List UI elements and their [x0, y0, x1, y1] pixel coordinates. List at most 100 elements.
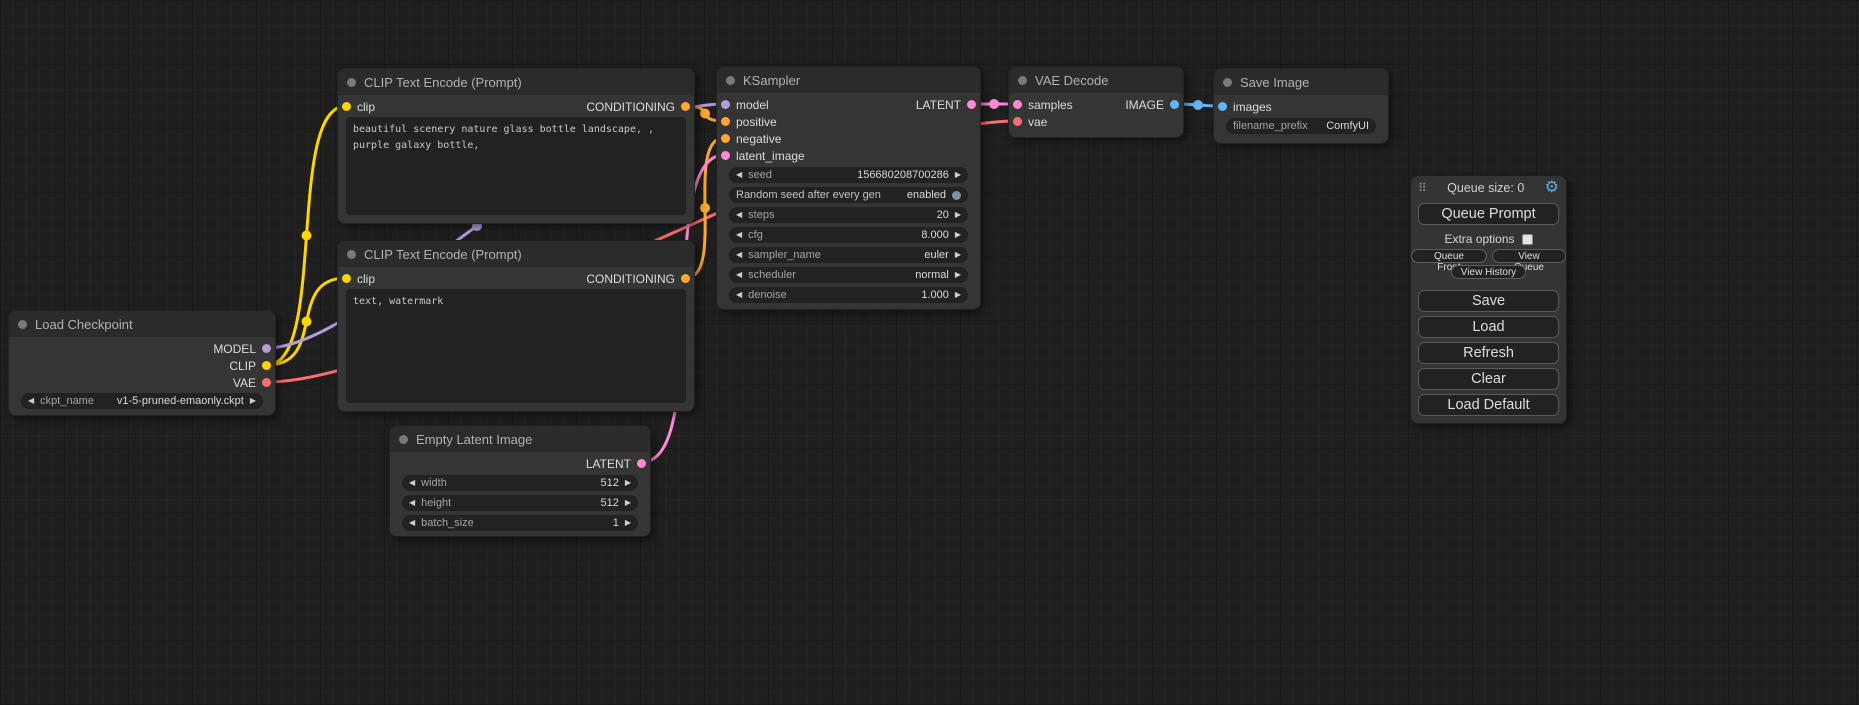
- decrement-arrow-icon[interactable]: ◀: [409, 519, 415, 527]
- node-title-bar[interactable]: VAE Decode: [1009, 67, 1183, 93]
- output-slot-vae: VAE: [233, 374, 275, 391]
- widget-cfg[interactable]: ◀ cfg 8.000 ▶: [729, 227, 968, 243]
- input-port-negative[interactable]: [721, 134, 730, 143]
- node-empty-latent-image[interactable]: Empty Latent Image LATENT ◀ width 512 ▶ …: [389, 425, 651, 537]
- node-title-bar[interactable]: Load Checkpoint: [9, 311, 275, 337]
- input-label: clip: [357, 272, 375, 286]
- negative-prompt-textarea[interactable]: text, watermark: [346, 289, 686, 403]
- decrement-arrow-icon[interactable]: ◀: [736, 211, 742, 219]
- decrement-arrow-icon[interactable]: ◀: [736, 271, 742, 279]
- collapse-dot-icon[interactable]: [1018, 76, 1027, 85]
- node-title: CLIP Text Encode (Prompt): [364, 75, 522, 90]
- widget-label: batch_size: [421, 517, 474, 529]
- increment-arrow-icon[interactable]: ▶: [625, 479, 631, 487]
- decrement-arrow-icon[interactable]: ◀: [409, 479, 415, 487]
- output-label: LATENT: [586, 457, 631, 471]
- widget-label: height: [421, 497, 451, 509]
- input-port-clip[interactable]: [342, 102, 351, 111]
- increment-arrow-icon[interactable]: ▶: [955, 171, 961, 179]
- widget-random-seed-toggle[interactable]: Random seed after every gen enabled: [729, 187, 968, 203]
- load-default-button[interactable]: Load Default: [1418, 394, 1559, 416]
- output-port-conditioning[interactable]: [681, 274, 690, 283]
- increment-arrow-icon[interactable]: ▶: [625, 499, 631, 507]
- output-port-vae[interactable]: [262, 378, 271, 387]
- increment-arrow-icon[interactable]: ▶: [955, 251, 961, 259]
- save-button[interactable]: Save: [1418, 290, 1559, 312]
- input-slot-negative: negative: [717, 130, 805, 147]
- output-slot-latent: LATENT: [916, 96, 980, 113]
- toggle-dot-icon[interactable]: [952, 191, 961, 200]
- widget-width[interactable]: ◀ width 512 ▶: [402, 475, 638, 491]
- decrement-arrow-icon[interactable]: ◀: [409, 499, 415, 507]
- increment-arrow-icon[interactable]: ▶: [955, 231, 961, 239]
- node-title-bar[interactable]: Empty Latent Image: [390, 426, 650, 452]
- input-port-model[interactable]: [721, 100, 730, 109]
- increment-arrow-icon[interactable]: ▶: [955, 271, 961, 279]
- view-queue-button[interactable]: View Queue: [1492, 249, 1566, 263]
- node-ksampler[interactable]: KSampler model positive negative latent_…: [716, 66, 981, 310]
- collapse-dot-icon[interactable]: [1223, 78, 1232, 87]
- widget-scheduler[interactable]: ◀ scheduler normal ▶: [729, 267, 968, 283]
- output-port-image[interactable]: [1170, 100, 1179, 109]
- output-port-conditioning[interactable]: [681, 102, 690, 111]
- settings-gear-icon[interactable]: ⚙: [1545, 180, 1559, 196]
- increment-arrow-icon[interactable]: ▶: [955, 291, 961, 299]
- positive-prompt-textarea[interactable]: beautiful scenery nature glass bottle la…: [346, 117, 686, 215]
- output-port-latent[interactable]: [967, 100, 976, 109]
- clear-button[interactable]: Clear: [1418, 368, 1559, 390]
- collapse-dot-icon[interactable]: [726, 76, 735, 85]
- node-title-bar[interactable]: CLIP Text Encode (Prompt): [338, 69, 694, 95]
- node-clip-text-encode-negative[interactable]: CLIP Text Encode (Prompt) clip CONDITION…: [337, 240, 695, 412]
- decrement-arrow-icon[interactable]: ◀: [736, 251, 742, 259]
- increment-arrow-icon[interactable]: ▶: [955, 211, 961, 219]
- input-port-samples[interactable]: [1013, 100, 1022, 109]
- node-clip-text-encode-positive[interactable]: CLIP Text Encode (Prompt) clip CONDITION…: [337, 68, 695, 224]
- widget-ckpt-name[interactable]: ◀ ckpt_name v1-5-pruned-emaonly.ckpt ▶: [21, 393, 263, 409]
- link-midpoint-dot: [302, 317, 312, 327]
- widget-steps[interactable]: ◀ steps 20 ▶: [729, 207, 968, 223]
- refresh-button[interactable]: Refresh: [1418, 342, 1559, 364]
- decrement-arrow-icon[interactable]: ◀: [736, 231, 742, 239]
- output-port-clip[interactable]: [262, 361, 271, 370]
- decrement-arrow-icon[interactable]: ◀: [736, 291, 742, 299]
- input-port-latent-image[interactable]: [721, 151, 730, 160]
- extra-options-checkbox[interactable]: [1522, 234, 1533, 245]
- output-port-model[interactable]: [262, 344, 271, 353]
- widget-value: 512: [600, 497, 618, 509]
- widget-denoise[interactable]: ◀ denoise 1.000 ▶: [729, 287, 968, 303]
- decrement-arrow-icon[interactable]: ◀: [736, 171, 742, 179]
- queue-prompt-button[interactable]: Queue Prompt: [1418, 203, 1559, 225]
- input-port-vae[interactable]: [1013, 117, 1022, 126]
- decrement-arrow-icon[interactable]: ◀: [28, 397, 34, 405]
- output-label: MODEL: [213, 342, 256, 356]
- input-port-images[interactable]: [1218, 102, 1227, 111]
- input-label: model: [736, 98, 769, 112]
- node-save-image[interactable]: Save Image images filename_prefix ComfyU…: [1213, 68, 1389, 144]
- input-port-clip[interactable]: [342, 274, 351, 283]
- node-title-bar[interactable]: CLIP Text Encode (Prompt): [338, 241, 694, 267]
- view-history-button[interactable]: View History: [1451, 265, 1526, 279]
- load-button[interactable]: Load: [1418, 316, 1559, 338]
- node-vae-decode[interactable]: VAE Decode samples vae IMAGE: [1008, 66, 1184, 138]
- input-slot-clip: clip: [338, 98, 375, 115]
- widget-label: cfg: [748, 229, 763, 241]
- increment-arrow-icon[interactable]: ▶: [250, 397, 256, 405]
- increment-arrow-icon[interactable]: ▶: [625, 519, 631, 527]
- queue-front-button[interactable]: Queue Front: [1411, 249, 1487, 263]
- drag-handle-icon[interactable]: ⠿: [1418, 181, 1427, 195]
- collapse-dot-icon[interactable]: [18, 320, 27, 329]
- widget-filename-prefix[interactable]: filename_prefix ComfyUI: [1226, 118, 1376, 134]
- widget-seed[interactable]: ◀ seed 156680208700286 ▶: [729, 167, 968, 183]
- node-title-bar[interactable]: Save Image: [1214, 69, 1388, 95]
- input-slot-latent-image: latent_image: [717, 147, 805, 164]
- input-port-positive[interactable]: [721, 117, 730, 126]
- collapse-dot-icon[interactable]: [347, 250, 356, 259]
- node-title-bar[interactable]: KSampler: [717, 67, 980, 93]
- output-port-latent[interactable]: [637, 459, 646, 468]
- collapse-dot-icon[interactable]: [347, 78, 356, 87]
- node-load-checkpoint[interactable]: Load Checkpoint MODEL CLIP VAE ◀ ckpt_na…: [8, 310, 276, 416]
- widget-batch-size[interactable]: ◀ batch_size 1 ▶: [402, 515, 638, 531]
- widget-height[interactable]: ◀ height 512 ▶: [402, 495, 638, 511]
- widget-sampler-name[interactable]: ◀ sampler_name euler ▶: [729, 247, 968, 263]
- collapse-dot-icon[interactable]: [399, 435, 408, 444]
